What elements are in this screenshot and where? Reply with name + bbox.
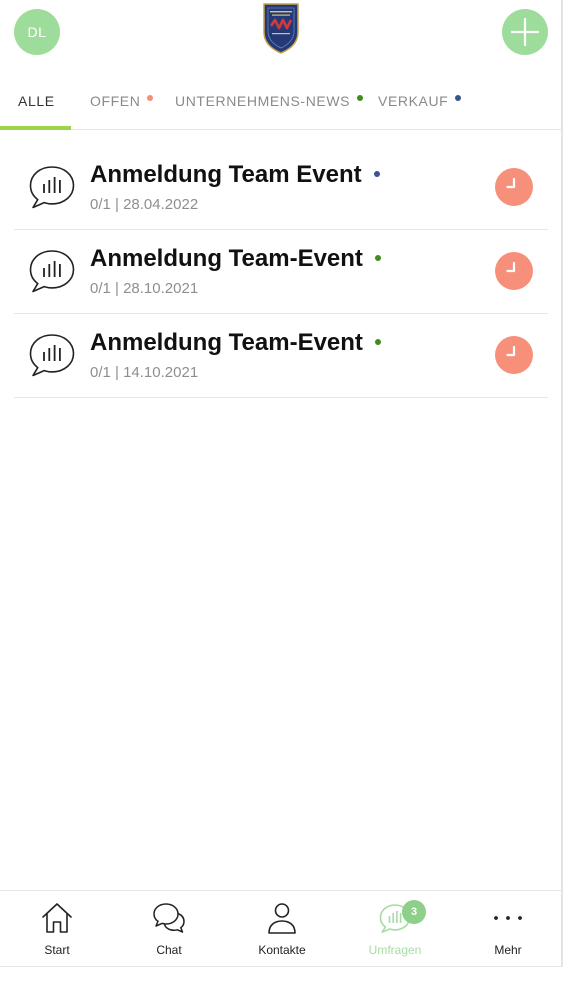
tab-dot [357,95,364,101]
tab-label: ALLE [18,93,55,109]
category-dot [374,255,381,261]
tab-offen[interactable]: OFFEN [90,72,154,130]
tab-label: UNTERNEHMENS-NEWS [175,93,351,109]
notification-badge: 3 [402,900,426,924]
header: DL [0,0,561,66]
category-dot [373,171,380,177]
add-button[interactable] [502,9,548,55]
survey-title-text: Anmeldung Team-Event [90,329,363,356]
avatar-initials: DL [27,24,47,40]
survey-title: Anmeldung Team Event [90,161,380,189]
survey-title: Anmeldung Team-Event [90,245,381,273]
nav-label: Chat [156,943,182,957]
below-app-area [0,966,563,1000]
list-item[interactable]: Anmeldung Team-Event 0/1 | 14.10.2021 [14,314,548,398]
home-icon [42,903,72,933]
bottom-nav: Start Chat Kontakte 3 Umfragen Mehr [0,890,561,966]
list-item[interactable]: Anmeldung Team-Event 0/1 | 28.10.2021 [14,230,548,314]
avatar[interactable]: DL [14,9,60,55]
more-dots-icon [494,916,522,920]
nav-start[interactable]: Start [1,891,113,966]
poll-chat-icon [29,166,75,209]
tab-dot [147,95,154,101]
nav-label: Start [44,943,70,957]
poll-chat-icon [29,334,75,377]
nav-label: Kontakte [258,943,306,957]
survey-title-text: Anmeldung Team-Event [90,245,363,272]
category-dot [374,339,381,345]
survey-title: Anmeldung Team-Event [90,329,381,357]
tab-alle[interactable]: ALLE [18,72,55,130]
nav-mehr[interactable]: Mehr [452,891,561,966]
tab-verkauf[interactable]: VERKAUF [378,72,462,130]
nav-label: Mehr [494,943,522,957]
nav-umfragen[interactable]: 3 Umfragen [339,891,451,966]
plus-icon [510,17,540,47]
nav-chat[interactable]: Chat [113,891,225,966]
app-screen: DL ALLE OFFEN UNTERNEHMENS-NEWS VERKAUF … [0,0,563,966]
list-item[interactable]: Anmeldung Team Event 0/1 | 28.04.2022 [14,146,548,230]
nav-label: Umfragen [368,943,422,957]
shield-logo [263,3,299,54]
poll-chat-icon [29,250,75,293]
active-tab-indicator [0,126,71,130]
filter-tabs: ALLE OFFEN UNTERNEHMENS-NEWS VERKAUF [0,72,561,130]
survey-meta: 0/1 | 28.04.2022 [90,196,199,213]
tab-unternehmens-news[interactable]: UNTERNEHMENS-NEWS [175,72,364,130]
clock-icon [495,168,533,206]
clock-icon [495,252,533,290]
survey-list: Anmeldung Team Event 0/1 | 28.04.2022 An… [14,146,548,398]
survey-title-text: Anmeldung Team Event [90,161,362,188]
tab-label: OFFEN [90,93,141,109]
person-icon [268,903,296,934]
nav-kontakte[interactable]: Kontakte [226,891,338,966]
chat-icon [153,903,185,933]
clock-icon [495,336,533,374]
survey-meta: 0/1 | 14.10.2021 [90,364,199,381]
tab-dot [455,95,462,101]
tab-label: VERKAUF [378,93,449,109]
survey-meta: 0/1 | 28.10.2021 [90,280,199,297]
